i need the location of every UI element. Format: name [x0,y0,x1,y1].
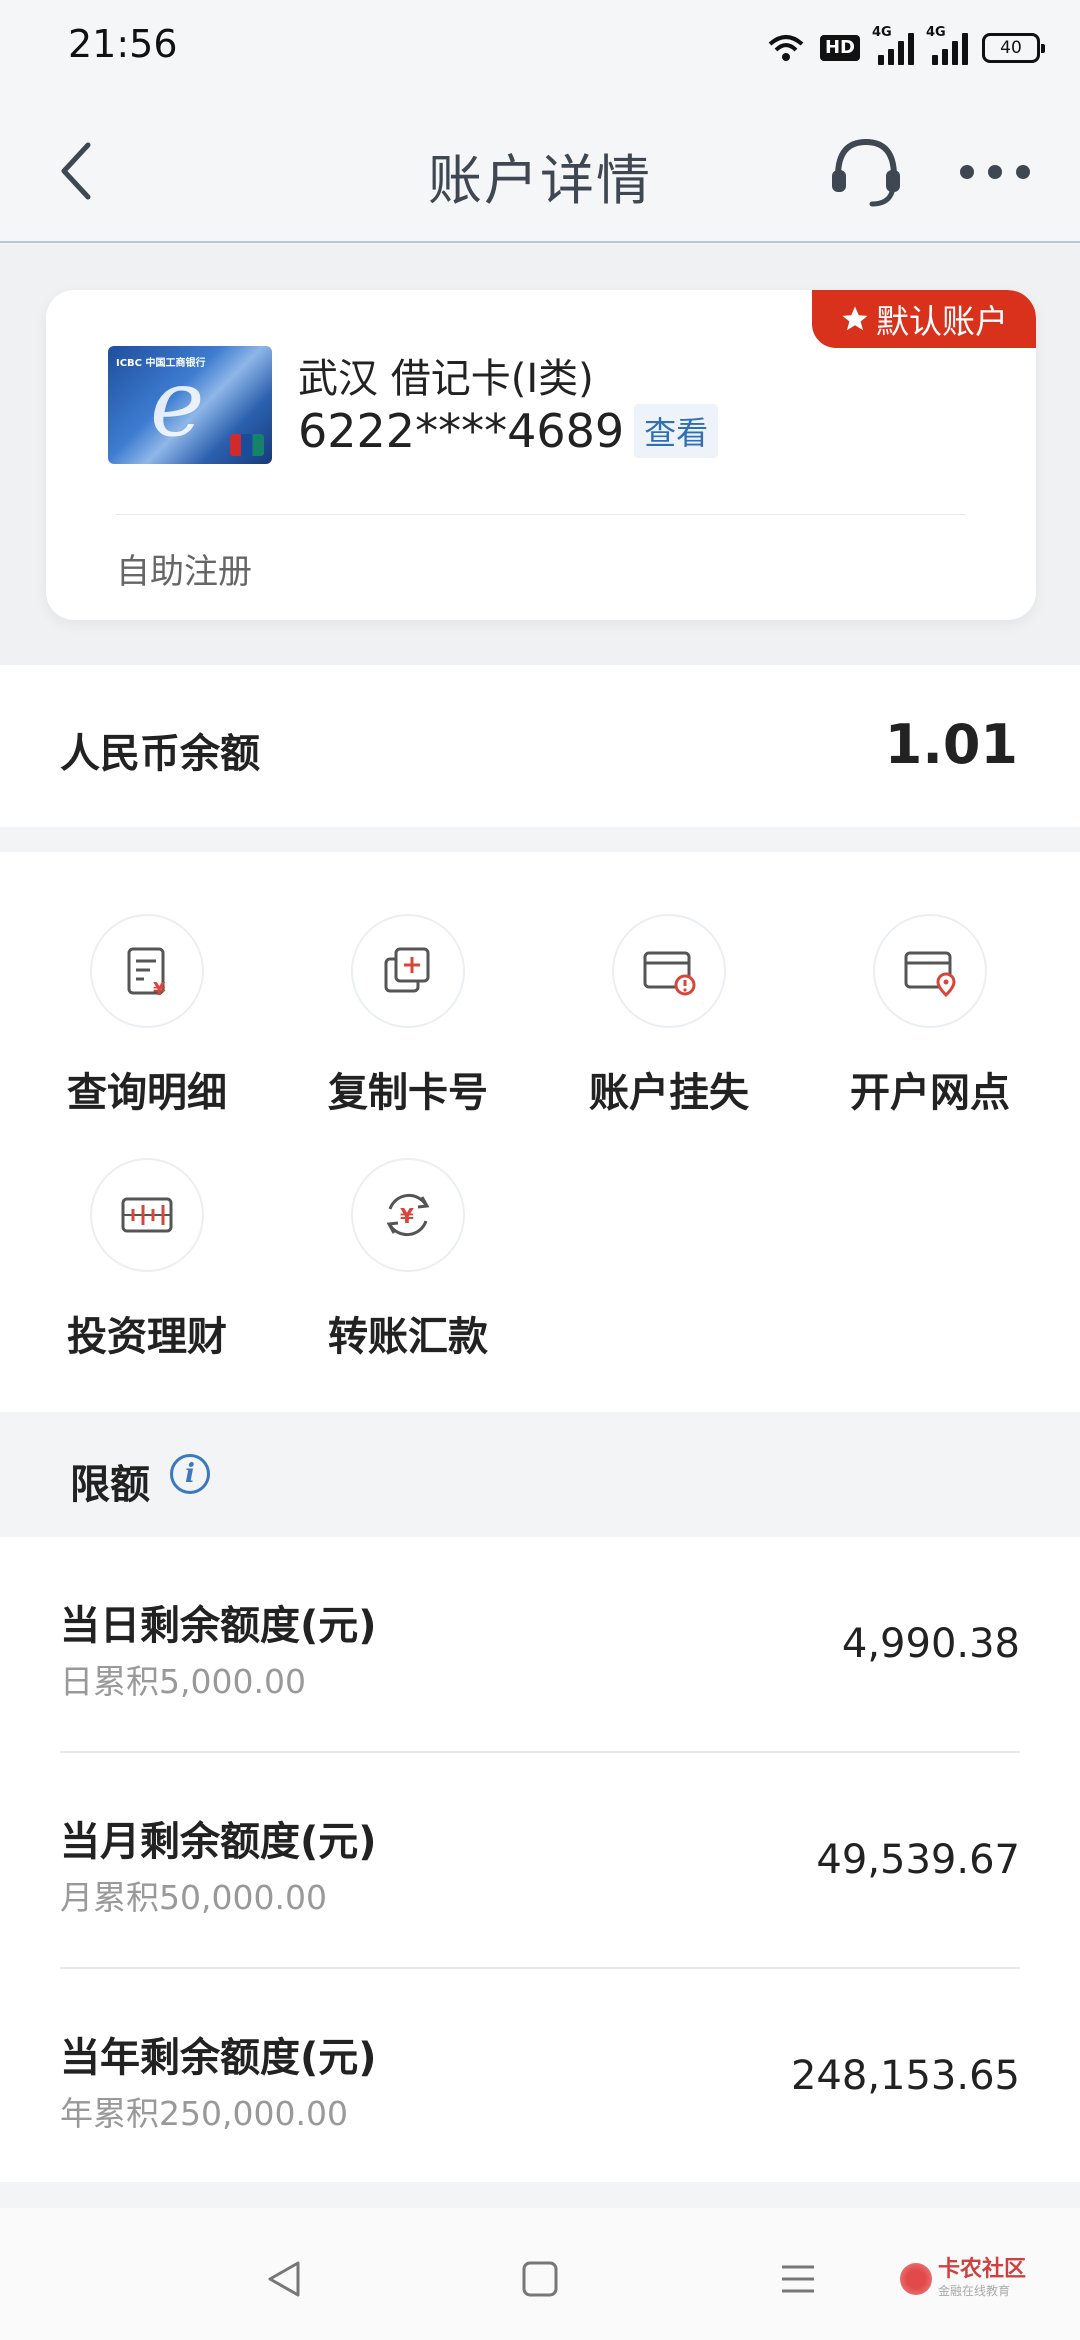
limit-row-daily: 当日剩余额度(元) 日累积5,000.00 4,990.38 [60,1537,1020,1753]
limit-title: 当年剩余额度(元) [60,2035,377,2081]
divider [116,514,966,515]
watermark: 卡农社区 金融在线教育 [900,2258,1026,2299]
action-icon-circle: ¥ [351,1158,465,1272]
bank-card-image: ICBC 中国工商银行 e [108,346,272,464]
action-label: 账户挂失 [589,1070,749,1116]
status-time: 21:56 [68,22,178,66]
dot [1016,165,1030,179]
limit-remaining: 4,990.38 [841,1621,1020,1667]
battery-icon: 40 [982,33,1045,63]
account-card[interactable]: 默认账户 ICBC 中国工商银行 e 武汉 借记卡(I类) 6222****46… [46,290,1036,620]
hd-badge: HD [819,35,860,61]
nav-menu-button[interactable] [768,2254,828,2304]
limits-title: 限额 [70,1462,150,1508]
report-loss-icon [643,951,696,996]
svg-text:¥: ¥ [400,1204,414,1228]
view-card-number-button[interactable]: 查看 [634,404,719,458]
nav-back-button[interactable] [254,2254,314,2304]
svg-text:¥: ¥ [153,979,166,1000]
limit-cumulative: 年累积250,000.00 [60,2094,348,2133]
transfer-icon: ¥ [386,1193,430,1237]
action-report-loss[interactable]: 账户挂失 [539,852,799,1116]
action-icon-circle [90,1158,204,1272]
copy-card-icon [384,947,430,993]
limit-cumulative: 月累积50,000.00 [60,1878,327,1917]
action-investment[interactable]: 投资理财 [17,1096,277,1360]
unionpay-logo [230,434,264,456]
watermark-subtext: 金融在线教育 [938,2284,1011,2298]
card-number: 6222****4689 [298,404,625,458]
action-icon-circle [351,914,465,1028]
action-icon-circle [873,914,987,1028]
action-query-details[interactable]: ¥ 查询明细 [17,852,277,1116]
action-label: 开户网点 [850,1070,1010,1116]
limits-header: 限额 i [0,1412,1080,1537]
star-icon [842,306,868,331]
headset-icon [832,138,900,207]
action-icon-circle [612,914,726,1028]
limit-remaining: 49,539.67 [816,1837,1020,1883]
card-registration-status: 自助注册 [116,552,252,592]
limit-row-yearly: 当年剩余额度(元) 年累积250,000.00 248,153.65 [60,1969,1020,2185]
card-number-row: 6222****4689 查看 [298,404,719,458]
limit-cumulative: 日累积5,000.00 [60,1662,306,1701]
balance-value: 1.01 [884,713,1018,776]
default-account-label: 默认账户 [876,302,1008,341]
action-copy-card-number[interactable]: 复制卡号 [278,852,538,1116]
signal-icon: 4G [926,25,968,65]
limits-list: 当日剩余额度(元) 日累积5,000.00 4,990.38 当月剩余额度(元)… [0,1537,1080,2182]
balance-row: 人民币余额 1.01 [0,665,1080,827]
action-transfer[interactable]: ¥ 转账汇款 [278,1096,538,1360]
battery-level: 40 [1000,38,1022,58]
watermark-text: 卡农社区 [938,2257,1027,2282]
status-icons: HD 4G 4G 40 [766,25,1045,70]
square-home-icon [522,2261,558,2297]
card-name: 武汉 借记卡(I类) [298,356,594,402]
branch-location-icon [904,951,956,998]
action-branch-location[interactable]: 开户网点 [800,852,1060,1116]
page-title: 账户详情 [428,149,652,212]
balance-label: 人民币余额 [60,731,260,777]
wifi-icon [768,35,804,61]
app-header: 账户详情 [0,96,1080,243]
statement-icon: ¥ [127,947,166,1000]
quick-actions-grid: ¥ 查询明细 复制卡号 账户挂失 开户网点 投资理财 ¥ 转账汇款 [0,852,1080,1412]
action-label: 投资理财 [67,1314,227,1360]
default-account-badge: 默认账户 [812,290,1036,348]
action-icon-circle: ¥ [90,914,204,1028]
watermark-logo-icon [900,2262,932,2295]
card-e-emblem: e [150,350,205,457]
nav-home-button[interactable] [510,2254,570,2304]
signal-icon: 4G [872,25,914,65]
triangle-back-icon [268,2261,300,2297]
investment-icon [121,1197,173,1233]
limit-row-monthly: 当月剩余额度(元) 月累积50,000.00 49,539.67 [60,1753,1020,1969]
system-nav-bar: 卡农社区 金融在线教育 [0,2208,1080,2340]
action-label: 转账汇款 [328,1314,488,1360]
dot [988,165,1002,179]
network-label: 4G [872,25,892,40]
menu-lines-icon [782,2265,814,2293]
limit-title: 当日剩余额度(元) [60,1603,377,1649]
network-label: 4G [926,25,946,40]
limit-remaining: 248,153.65 [790,2053,1020,2099]
more-button[interactable] [960,152,1030,192]
status-bar: 21:56 HD 4G 4G 40 [0,0,1080,96]
watermark-text-block: 卡农社区 金融在线教育 [938,2258,1026,2299]
limit-title: 当月剩余额度(元) [60,1819,377,1865]
info-icon[interactable]: i [170,1454,210,1494]
dot [960,165,974,179]
customer-service-button[interactable] [826,132,906,212]
